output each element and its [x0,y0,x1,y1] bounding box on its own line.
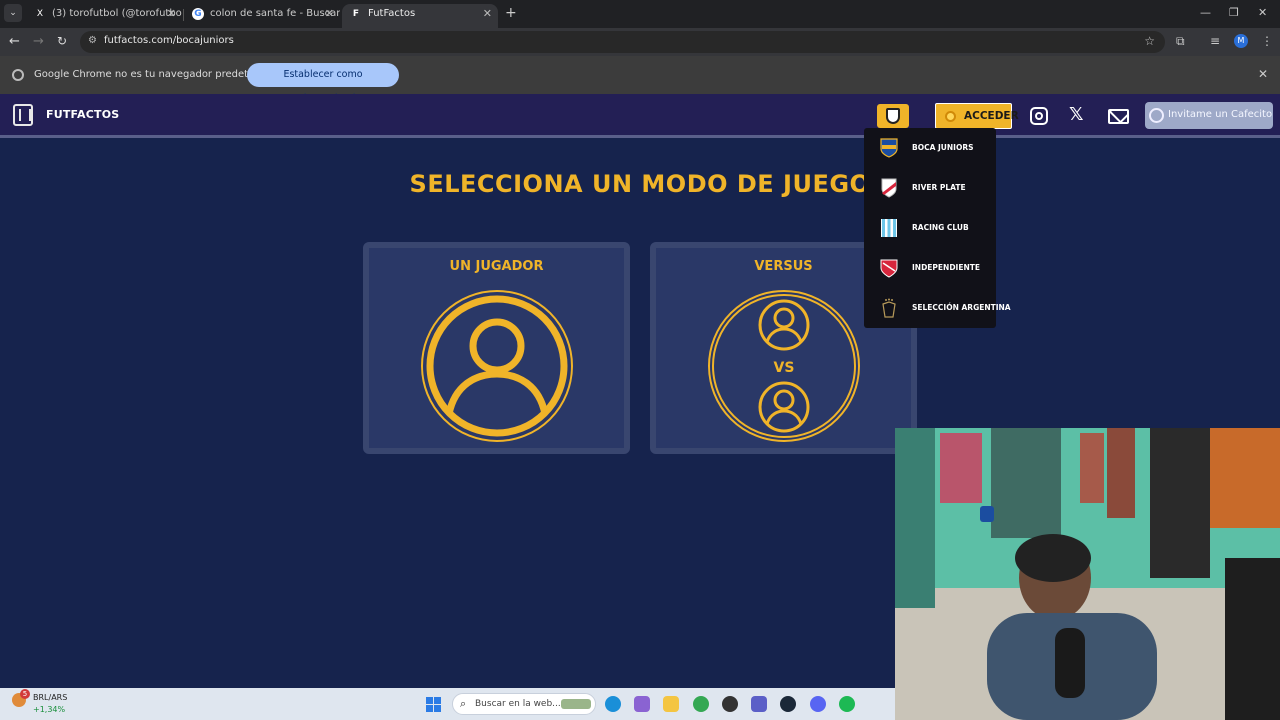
instagram-icon[interactable] [1030,107,1048,125]
site-header: FUTFACTOS ACCEDER 𝕏 Invitame un Cafecito [0,94,1280,138]
club-selector-button[interactable] [877,104,909,128]
reload-icon[interactable]: ↻ [57,34,67,48]
address-bar[interactable]: ⚙ futfactos.com/bocajuniors ☆ [80,31,1165,53]
club-name: RACING CLUB [912,223,969,232]
page-title: SELECCIONA UN MODO DE JUEGO [409,170,871,198]
club-item-seleccion-argentina[interactable]: SELECCIÓN ARGENTINA [864,288,1011,328]
tab-futfactos[interactable]: F FutFactos ✕ [342,4,498,28]
taskbar-search[interactable]: ⌕ Buscar en la web... [452,693,596,715]
file-explorer-icon[interactable] [663,696,679,712]
notification-badge: 5 [20,689,30,699]
mode-title: UN JUGADOR [449,259,544,274]
browser-toolbar: ← → ↻ ⚙ futfactos.com/bocajuniors ☆ ⧉ ≡ … [0,28,1280,56]
single-player-icon [420,290,573,442]
tab-label: FutFactos [368,8,416,19]
tab-search-icon[interactable]: ⌄ [4,4,22,22]
cafecito-label: Invitame un Cafecito [1168,109,1273,120]
media-controls-icon[interactable]: ≡ [1210,34,1220,48]
club-item-river-plate[interactable]: RIVER PLATE [864,168,996,208]
river-plate-crest-icon [881,178,897,198]
login-button[interactable]: ACCEDER [935,103,1019,129]
restore-icon[interactable]: ❐ [1229,6,1239,19]
site-info-icon[interactable]: ⚙ [88,35,97,46]
club-name: SELECCIÓN ARGENTINA [912,303,1011,312]
boca-juniors-crest-icon [880,138,898,158]
webcam-overlay [895,428,1280,720]
chrome-logo-icon [12,69,24,81]
search-icon: ⌕ [460,697,467,710]
login-label: ACCEDER [964,110,1019,122]
tab-label: colon de santa fe - Buscar con [210,8,340,19]
webcam-video [895,428,1280,720]
club-item-racing-club[interactable]: RACING CLUB [864,208,996,248]
spotify-icon[interactable] [839,696,855,712]
coin-icon [945,111,956,122]
default-browser-infobar: Google Chrome no es tu navegador predete… [0,56,1280,104]
discord-icon[interactable] [810,696,826,712]
independiente-crest-icon [880,259,898,278]
club-item-independiente[interactable]: INDEPENDIENTE [864,248,996,288]
copilot-icon[interactable] [634,696,650,712]
windows-taskbar: 5 BRL/ARS +1,34% ⌕ Buscar en la web... [0,688,895,720]
close-window-icon[interactable]: ✕ [1258,6,1267,19]
bookmark-star-icon[interactable]: ☆ [1144,34,1155,48]
ticker-change: +1,34% [33,705,66,714]
teams-icon[interactable] [751,696,767,712]
menu-kebab-icon[interactable]: ⋮ [1261,34,1273,48]
club-item-boca-juniors[interactable]: BOCA JUNIORS [864,128,996,168]
app-icon[interactable] [722,696,738,712]
new-tab-icon[interactable]: + [505,5,517,21]
cafecito-icon [1149,108,1164,123]
x-logo-icon: X [36,9,44,19]
tab-google-search[interactable]: G colon de santa fe - Buscar con ✕ [184,4,340,28]
forward-arrow-icon[interactable]: → [33,34,44,49]
versus-icon: VS [707,290,860,442]
racing-club-crest-icon [881,219,897,237]
cafecito-button[interactable]: Invitame un Cafecito [1145,102,1273,129]
club-name: BOCA JUNIORS [912,143,974,152]
chrome-icon[interactable] [693,696,709,712]
close-tab-icon[interactable]: ✕ [167,4,176,24]
windows-start-icon[interactable] [426,697,441,712]
afa-crest-icon [882,298,896,318]
tab-torofutbol[interactable]: X (3) torofutbol (@torofutbol9) / ✕ [26,4,182,28]
single-player-card[interactable]: UN JUGADOR [363,242,630,454]
close-infobar-icon[interactable]: ✕ [1258,67,1268,81]
minimize-icon[interactable]: — [1200,6,1211,19]
search-highlight-icon [561,699,591,709]
back-arrow-icon[interactable]: ← [9,34,20,49]
set-default-button[interactable]: Establecer como predeterminado [247,63,399,104]
url-text: futfactos.com/bocajuniors [104,35,234,46]
tab-strip: ⌄ X (3) torofutbol (@torofutbol9) / ✕ G … [0,0,1280,28]
edge-icon[interactable] [605,696,621,712]
brand-name[interactable]: FUTFACTOS [46,108,119,121]
close-tab-icon[interactable]: ✕ [325,4,334,24]
futfactos-favicon-icon: F [352,9,360,19]
steam-icon[interactable] [780,696,796,712]
profile-avatar[interactable]: M [1234,34,1248,48]
club-shield-icon [886,108,900,124]
email-icon[interactable] [1108,109,1129,124]
search-placeholder: Buscar en la web... [475,699,561,709]
x-social-icon[interactable]: 𝕏 [1069,106,1084,124]
extensions-icon[interactable]: ⧉ [1176,34,1185,49]
ticker-symbol[interactable]: BRL/ARS [33,693,67,702]
futfactos-logo-icon[interactable] [13,104,33,126]
club-name: INDEPENDIENTE [912,263,980,272]
google-logo-icon: G [192,8,204,20]
club-name: RIVER PLATE [912,183,966,192]
tab-label: (3) torofutbol (@torofutbol9) / [52,8,182,19]
close-tab-icon[interactable]: ✕ [483,4,492,24]
vs-label: VS [773,360,794,376]
club-dropdown-menu: BOCA JUNIORS RIVER PLATE RACING CLUB IND… [864,128,1011,328]
